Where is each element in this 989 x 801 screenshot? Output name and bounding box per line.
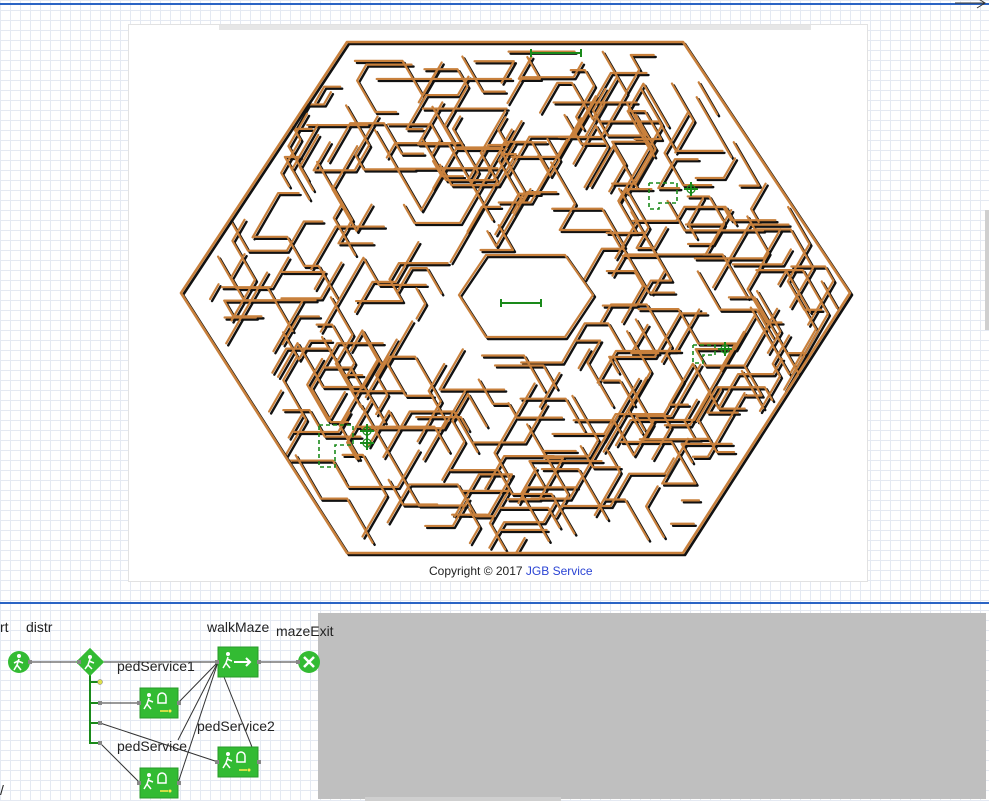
vertical-scrollbar[interactable] — [985, 210, 989, 330]
pedestrian-source-icon[interactable] — [8, 651, 32, 673]
jgb-service-link[interactable]: JGB Service — [526, 564, 593, 578]
copyright-text: Copyright © 2017 JGB Service — [429, 564, 593, 578]
pedservice-icon[interactable] — [137, 767, 181, 799]
canvas-top-border — [0, 3, 989, 5]
arrow-right-icon — [955, 0, 986, 9]
gray-panel — [318, 613, 986, 799]
maze-image-panel: Copyright © 2017 JGB Service — [128, 24, 868, 582]
horizontal-scrollbar[interactable] — [365, 797, 561, 801]
pedestrian-sink-icon[interactable] — [296, 651, 320, 673]
maze-walls — [179, 40, 854, 557]
pedservice2-icon[interactable] — [215, 746, 261, 778]
copyright-prefix: Copyright © 2017 — [429, 564, 526, 578]
pedestrian-go-to-icon[interactable] — [215, 646, 261, 678]
flowchart — [8, 646, 320, 799]
hexagon-maze — [179, 40, 854, 557]
pedservice1-icon[interactable] — [137, 687, 181, 719]
